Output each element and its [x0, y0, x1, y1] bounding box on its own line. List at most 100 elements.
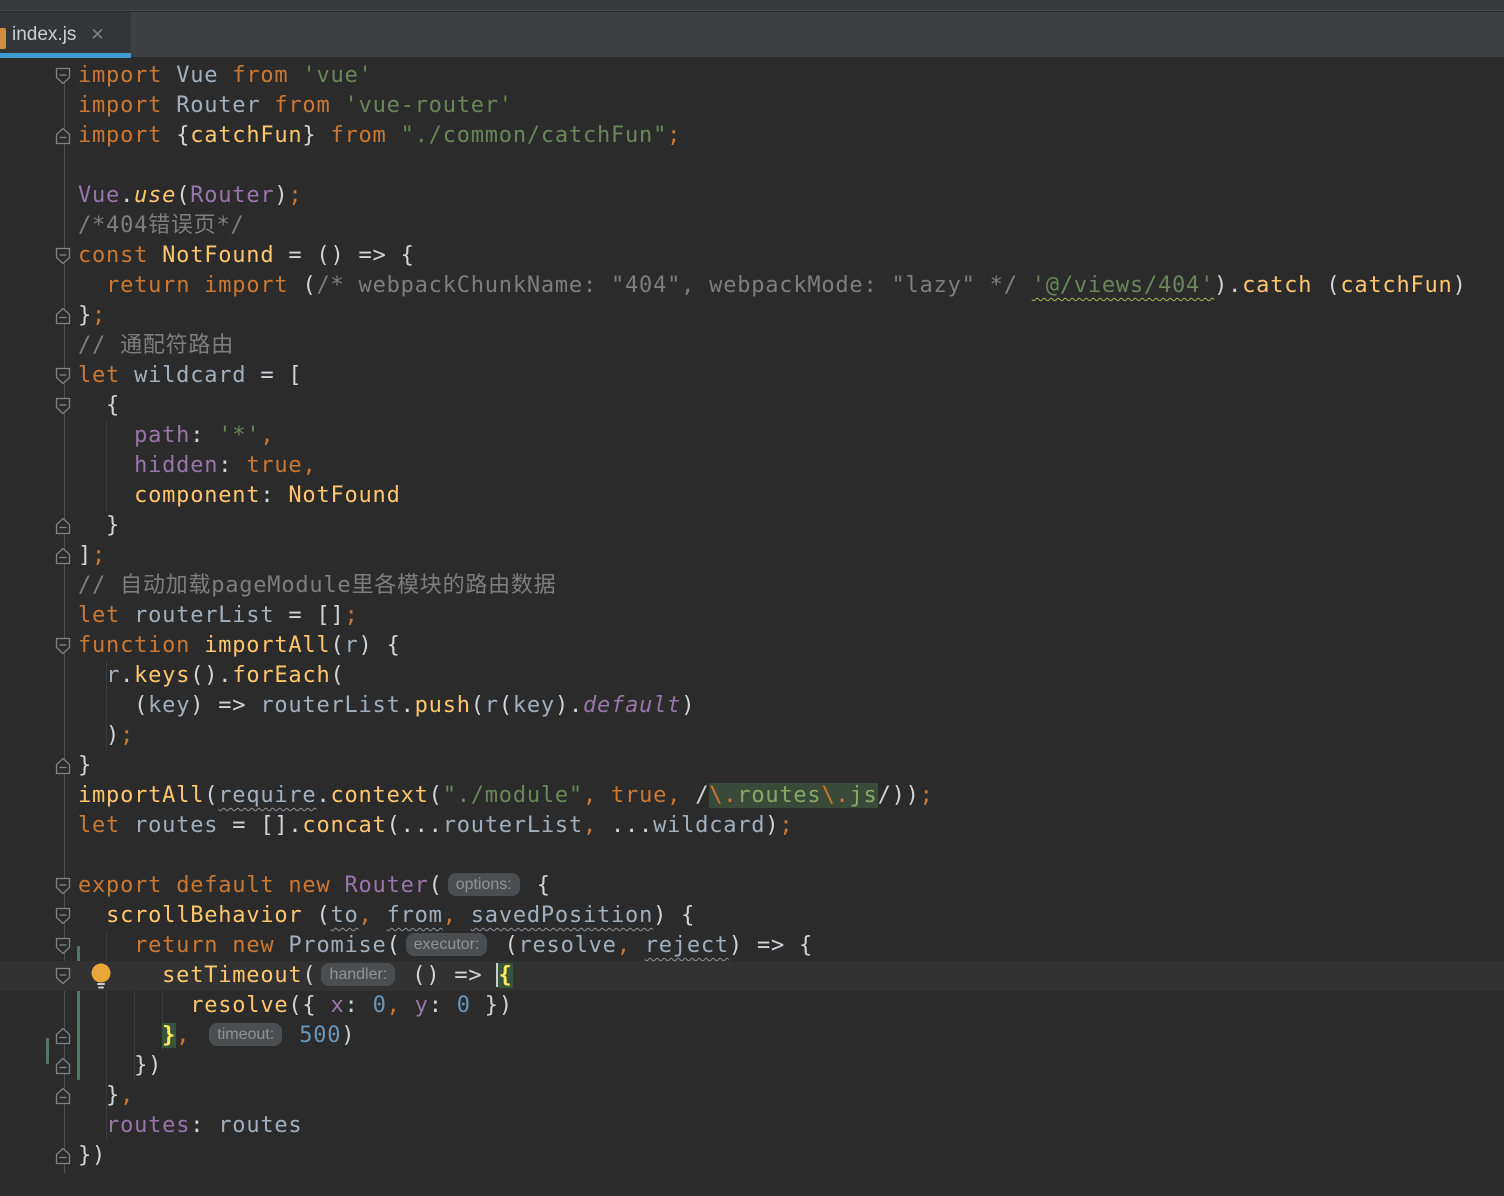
- code-token: from: [274, 93, 345, 118]
- code-token: (: [428, 873, 443, 898]
- code-line: }: [0, 511, 1504, 541]
- code-text: return new Promise(executor: (resolve, r…: [78, 931, 813, 961]
- code-text: (key) => routerList.push(r(key).default): [78, 691, 695, 721]
- fold-marker-up[interactable]: [55, 547, 71, 565]
- gutter-cell: [0, 601, 78, 631]
- code-token: :: [190, 1113, 219, 1138]
- code-token: ]: [78, 543, 93, 568]
- code-line: Vue.use(Router);: [0, 181, 1504, 211]
- fold-marker-down[interactable]: [55, 367, 71, 385]
- gutter-cell: [0, 1141, 78, 1171]
- gutter-cell: [0, 121, 78, 151]
- code-line: routes: routes: [0, 1111, 1504, 1141]
- code-text: export default new Router(options: {: [78, 871, 551, 901]
- code-token: ;: [120, 723, 135, 748]
- code-token: r: [484, 693, 499, 718]
- fold-marker-down[interactable]: [55, 907, 71, 925]
- code-token: // 自动加载pageModule里各模块的路由数据: [78, 573, 557, 598]
- code-line: import Vue from 'vue': [0, 61, 1504, 91]
- code-token: (: [1312, 273, 1341, 298]
- gutter-cell: [0, 751, 78, 781]
- code-token: \.: [821, 783, 850, 808]
- gutter-cell: [0, 811, 78, 841]
- code-token: :: [190, 423, 219, 448]
- fold-marker-up[interactable]: [55, 1147, 71, 1165]
- fold-marker-down[interactable]: [55, 397, 71, 415]
- fold-marker-down[interactable]: [55, 637, 71, 655]
- code-token: function: [78, 633, 205, 658]
- code-token: let: [78, 813, 135, 838]
- code-editor[interactable]: import Vue from 'vue' import Router from …: [0, 58, 1504, 1196]
- gutter-cell: [0, 721, 78, 751]
- code-token: (: [490, 933, 519, 958]
- code-token: ;: [288, 183, 303, 208]
- code-text: setTimeout(handler: () => {: [78, 961, 513, 991]
- code-line: (key) => routerList.push(r(key).default): [0, 691, 1504, 721]
- code-token: }: [78, 753, 93, 778]
- fold-marker-up[interactable]: [55, 517, 71, 535]
- code-token: ;: [779, 813, 794, 838]
- code-line: return import (/* webpackChunkName: "404…: [0, 271, 1504, 301]
- code-line: r.keys().forEach(: [0, 661, 1504, 691]
- code-text: import {catchFun} from "./common/catchFu…: [78, 121, 681, 151]
- code-text: r.keys().forEach(: [78, 661, 345, 691]
- code-token: export: [78, 873, 177, 898]
- code-line: function importAll(r) {: [0, 631, 1504, 661]
- code-token: ;: [344, 603, 359, 628]
- code-token: :: [344, 993, 373, 1018]
- code-text: importAll(require.context("./module", tr…: [78, 781, 934, 811]
- code-token: resolve: [518, 933, 617, 958]
- fold-marker-down[interactable]: [55, 967, 71, 985]
- code-token: Vue: [176, 63, 233, 88]
- fold-marker-down[interactable]: [55, 877, 71, 895]
- code-token: (: [204, 783, 219, 808]
- code-token: ;: [667, 123, 682, 148]
- code-token: /: [681, 783, 710, 808]
- fold-marker-down[interactable]: [55, 247, 71, 265]
- code-line: /*404错误页*/: [0, 211, 1504, 241]
- code-token: NotFound: [288, 483, 401, 508]
- code-token: x: [330, 993, 345, 1018]
- code-token: savedPosition: [470, 903, 654, 928]
- code-token: (: [470, 693, 485, 718]
- code-token: :: [260, 483, 289, 508]
- fold-marker-up[interactable]: [55, 307, 71, 325]
- code-token: ,: [358, 903, 373, 928]
- code-token: 0: [456, 993, 471, 1018]
- code-text: function importAll(r) {: [78, 631, 401, 661]
- fold-marker-up[interactable]: [55, 127, 71, 145]
- code-line: let wildcard = [: [0, 361, 1504, 391]
- code-token: key: [148, 693, 191, 718]
- intention-bulb-icon[interactable]: [88, 962, 114, 994]
- code-token: "./module": [442, 783, 583, 808]
- gutter-cell: [0, 1081, 78, 1111]
- tab-close-icon[interactable]: ✕: [90, 25, 104, 45]
- fold-marker-up[interactable]: [55, 757, 71, 775]
- code-token: key: [512, 693, 555, 718]
- fold-marker-up[interactable]: [55, 1027, 71, 1045]
- fold-marker-down[interactable]: [55, 67, 71, 85]
- code-text: };: [78, 301, 106, 331]
- gutter-cell: [0, 511, 78, 541]
- fold-marker-up[interactable]: [55, 1087, 71, 1105]
- code-token: import: [78, 63, 177, 88]
- gutter-cell: [0, 991, 78, 1021]
- code-line: }: [0, 751, 1504, 781]
- code-token: 500: [299, 1023, 342, 1048]
- tab-index-js[interactable]: index.js ✕: [0, 12, 131, 58]
- code-token: .: [400, 693, 415, 718]
- code-token: 0: [372, 993, 387, 1018]
- code-token: \.: [709, 783, 738, 808]
- code-token: from: [330, 123, 401, 148]
- code-token: ,: [120, 1083, 135, 1108]
- gutter-cell: [0, 571, 78, 601]
- code-token: ,: [667, 783, 682, 808]
- fold-marker-up[interactable]: [55, 1057, 71, 1075]
- fold-marker-down[interactable]: [55, 937, 71, 955]
- code-token: = () => {: [274, 243, 415, 268]
- code-token: (: [330, 633, 345, 658]
